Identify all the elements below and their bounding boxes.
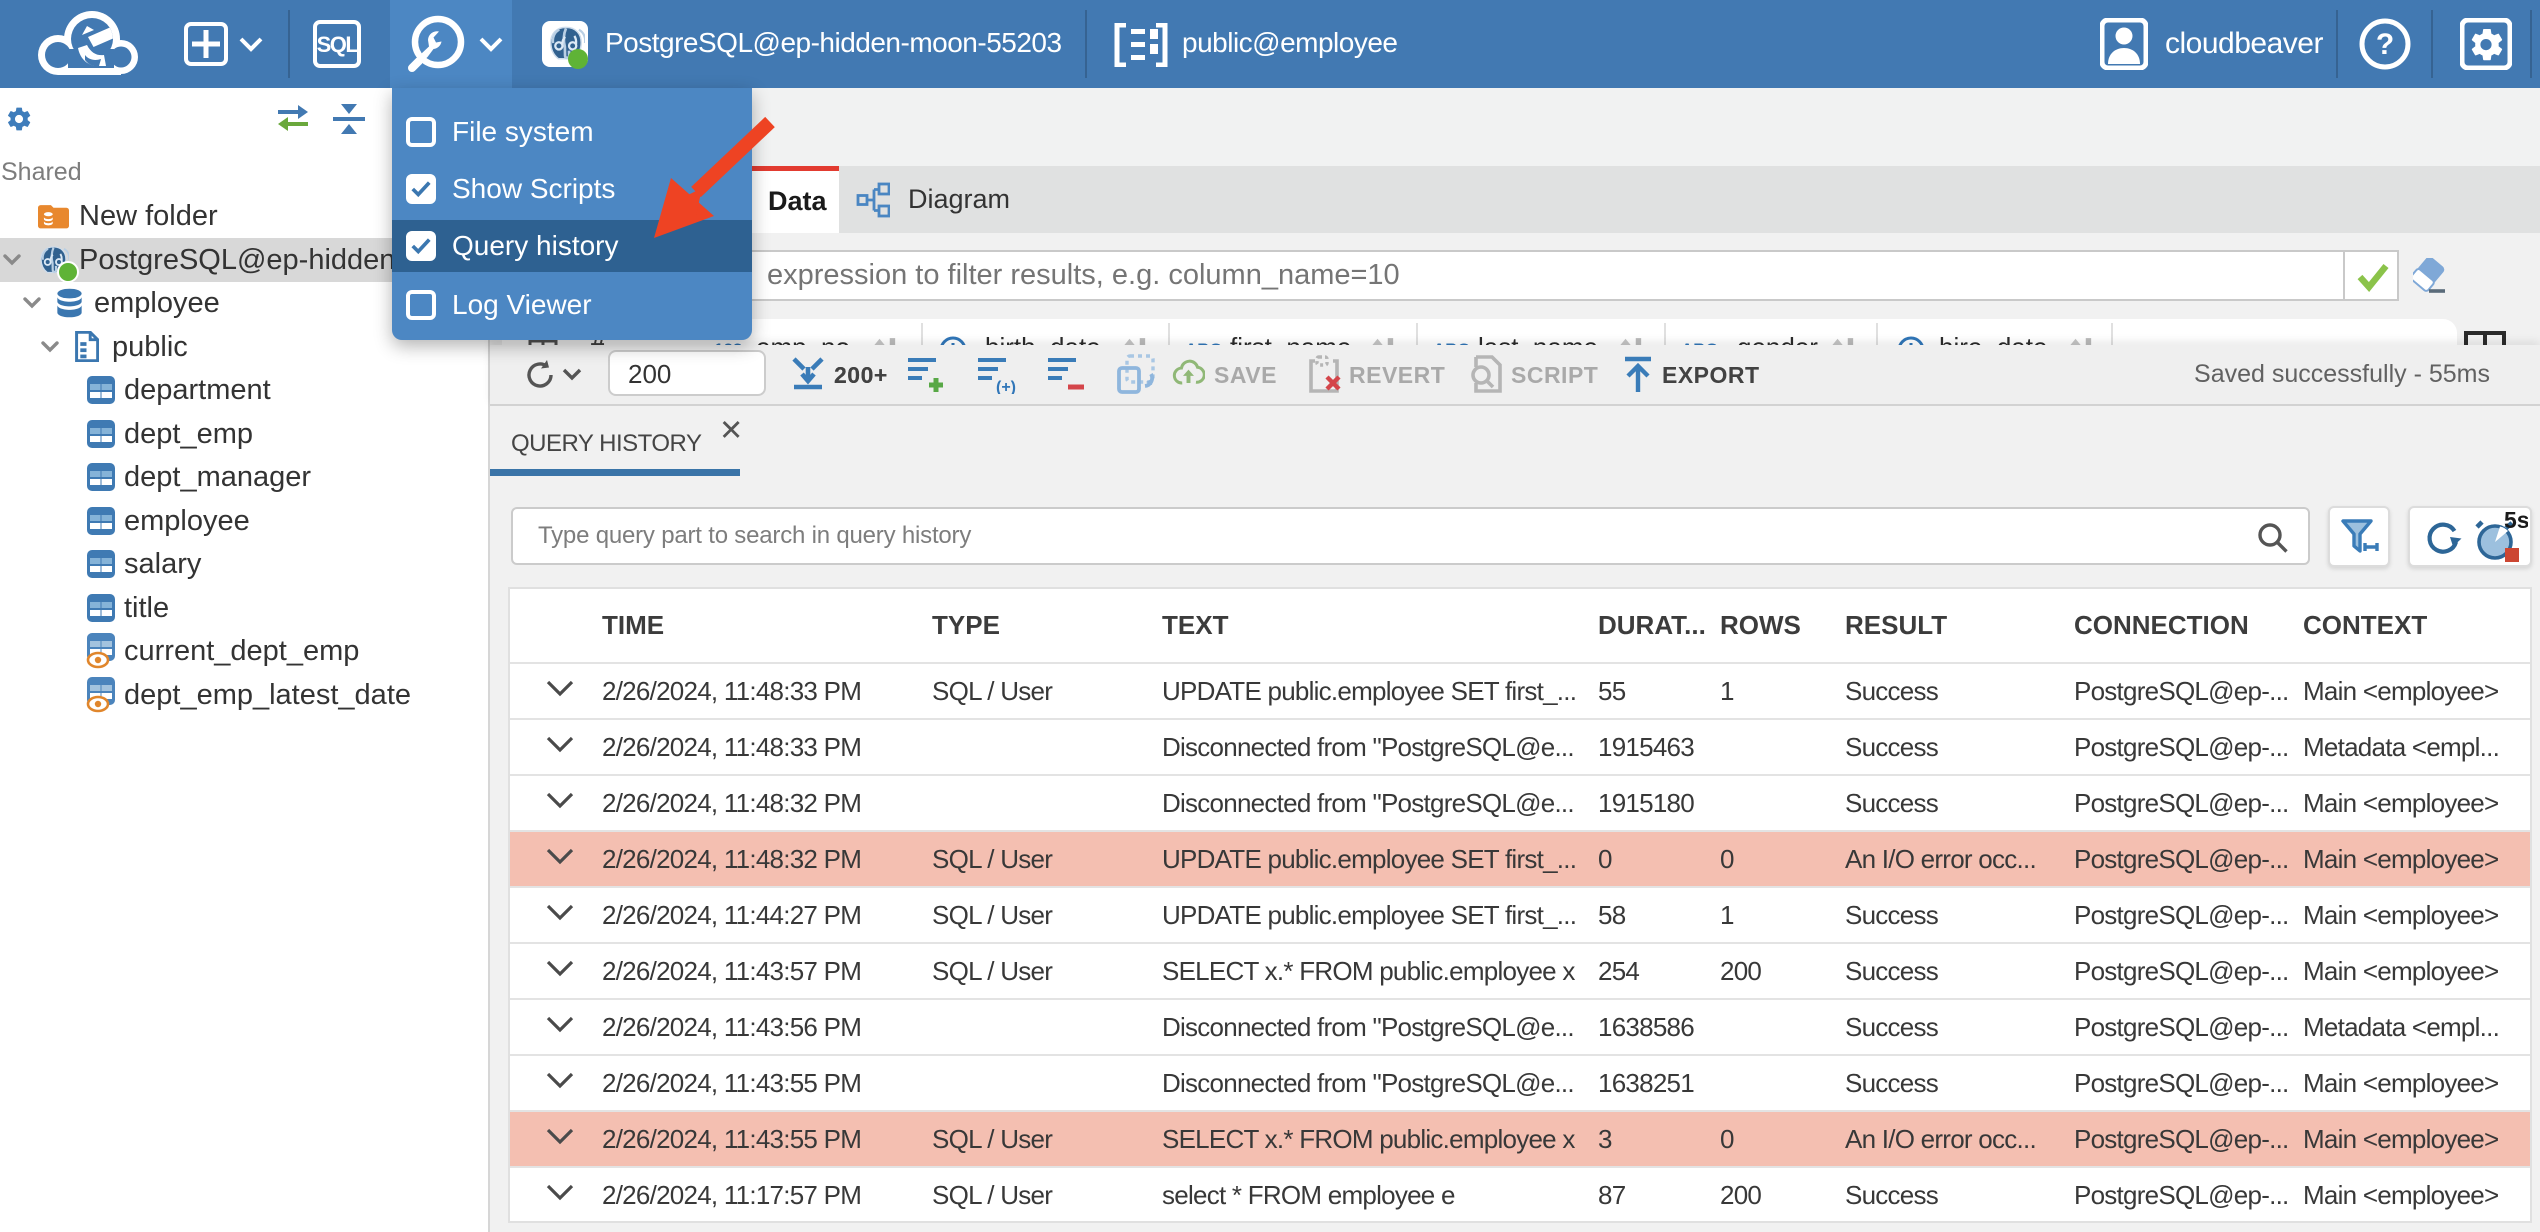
svg-text:(+): (+) [996,379,1016,394]
svg-text:SQL: SQL [317,32,359,57]
svg-text:?: ? [2376,28,2394,61]
svg-text:5s: 5s [2504,512,2528,533]
